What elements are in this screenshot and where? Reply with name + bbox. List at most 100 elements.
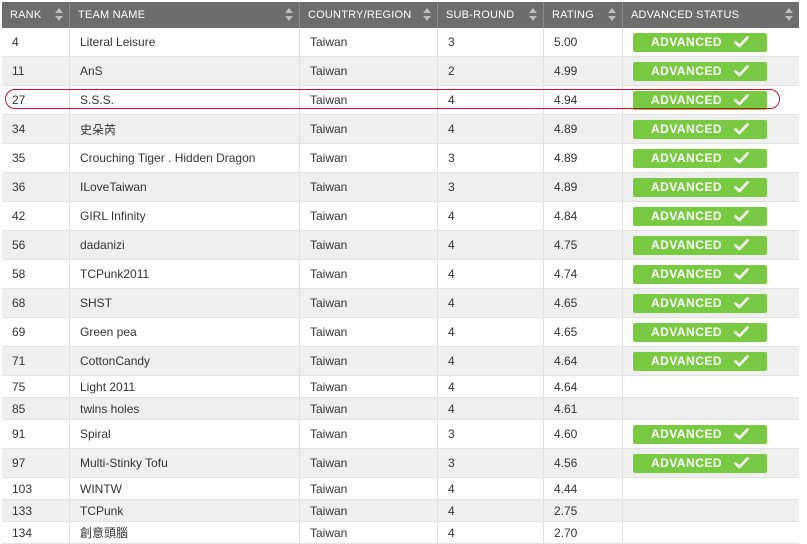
country-cell-text: Taiwan bbox=[310, 296, 348, 310]
table-header: RANK TEAM NAME COUNTRY/REGION SUB-ROUND … bbox=[2, 2, 799, 28]
sub-round-cell: 4 bbox=[438, 260, 544, 288]
team-name-cell: Literal Leisure bbox=[70, 28, 300, 56]
table-row[interactable]: 11 AnS Taiwan 2 4.99 ADVANCED bbox=[2, 57, 799, 86]
rank-cell: 91 bbox=[2, 420, 70, 448]
advanced-badge: ADVANCED bbox=[633, 177, 767, 197]
column-header-country[interactable]: COUNTRY/REGION bbox=[300, 2, 438, 28]
rank-cell: 35 bbox=[2, 144, 70, 172]
team-name-cell-text: 創意頭腦 bbox=[80, 526, 129, 540]
table-row[interactable]: 75 Light 2011 Taiwan 4 4.64 bbox=[2, 376, 799, 398]
sort-arrows-icon[interactable] bbox=[785, 7, 793, 23]
rank-cell: 133 bbox=[2, 500, 70, 521]
check-icon bbox=[734, 36, 749, 48]
table-row[interactable]: 42 GIRL Infinity Taiwan 4 4.84 ADVANCED bbox=[2, 202, 799, 231]
country-cell-text: Taiwan bbox=[310, 180, 348, 194]
sort-arrows-icon[interactable] bbox=[423, 7, 431, 23]
table-row[interactable]: 85 twins holes Taiwan 4 4.61 bbox=[2, 398, 799, 420]
country-cell-text: Taiwan bbox=[310, 481, 348, 496]
advanced-status-cell bbox=[623, 522, 799, 543]
table-row[interactable]: 97 Multi-Stinky Tofu Taiwan 3 4.56 ADVANCED bbox=[2, 449, 799, 478]
team-name-cell-text: dadanizi bbox=[80, 238, 125, 252]
country-cell-text: Taiwan bbox=[310, 151, 348, 165]
column-header-rank[interactable]: RANK bbox=[2, 2, 70, 28]
rank-cell: 42 bbox=[2, 202, 70, 230]
team-name-cell: Multi-Stinky Tofu bbox=[70, 449, 300, 477]
rank-cell: 34 bbox=[2, 115, 70, 143]
country-cell: Taiwan bbox=[300, 289, 438, 317]
team-name-cell-text: SHST bbox=[80, 296, 113, 310]
sub-round-cell-text: 4 bbox=[448, 401, 455, 416]
advanced-badge-label: ADVANCED bbox=[650, 151, 723, 165]
table-row[interactable]: 34 史朵芮 Taiwan 4 4.89 ADVANCED bbox=[2, 115, 799, 144]
advanced-badge: ADVANCED bbox=[633, 61, 767, 81]
team-name-cell-text: TCPunk bbox=[80, 503, 124, 518]
column-header-label: SUB-ROUND bbox=[446, 9, 515, 21]
advanced-status-cell bbox=[623, 500, 799, 521]
rank-cell: 71 bbox=[2, 347, 70, 375]
sort-arrows-icon[interactable] bbox=[55, 7, 63, 23]
table-row[interactable]: 91 Spiral Taiwan 3 4.60 ADVANCED bbox=[2, 420, 799, 449]
check-icon bbox=[734, 268, 749, 280]
rank-cell: 11 bbox=[2, 57, 70, 85]
sort-arrows-icon[interactable] bbox=[608, 7, 616, 23]
sort-arrows-icon[interactable] bbox=[285, 7, 293, 23]
table-row[interactable]: 134 創意頭腦 Taiwan 4 2.70 bbox=[2, 522, 799, 544]
rank-cell: 75 bbox=[2, 376, 70, 397]
advanced-badge: ADVANCED bbox=[633, 235, 767, 255]
advanced-badge-label: ADVANCED bbox=[650, 64, 723, 78]
table-row[interactable]: 36 ILoveTaiwan Taiwan 3 4.89 ADVANCED bbox=[2, 173, 799, 202]
country-cell-text: Taiwan bbox=[310, 354, 348, 368]
advanced-status-cell bbox=[623, 478, 799, 499]
country-cell-text: Taiwan bbox=[310, 401, 348, 416]
sub-round-cell-text: 4 bbox=[448, 238, 455, 252]
rank-cell-text: 27 bbox=[12, 93, 26, 107]
team-name-cell: Green pea bbox=[70, 318, 300, 346]
rating-cell: 4.99 bbox=[544, 57, 623, 85]
table-row[interactable]: 103 WINTW Taiwan 4 4.44 bbox=[2, 478, 799, 500]
team-name-cell: ILoveTaiwan bbox=[70, 173, 300, 201]
sub-round-cell: 4 bbox=[438, 231, 544, 259]
team-name-cell: twins holes bbox=[70, 398, 300, 419]
country-cell: Taiwan bbox=[300, 115, 438, 143]
table-row[interactable]: 56 dadanizi Taiwan 4 4.75 ADVANCED bbox=[2, 231, 799, 260]
rating-cell-text: 4.60 bbox=[554, 427, 578, 441]
advanced-badge-label: ADVANCED bbox=[650, 427, 723, 441]
advanced-status-cell bbox=[623, 376, 799, 397]
column-header-team-name[interactable]: TEAM NAME bbox=[70, 2, 300, 28]
advanced-status-cell: ADVANCED bbox=[623, 86, 799, 114]
advanced-status-cell: ADVANCED bbox=[623, 260, 799, 288]
rating-cell: 2.75 bbox=[544, 500, 623, 521]
table-row[interactable]: 69 Green pea Taiwan 4 4.65 ADVANCED bbox=[2, 318, 799, 347]
rating-cell: 4.64 bbox=[544, 347, 623, 375]
column-header-sub-round[interactable]: SUB-ROUND bbox=[438, 2, 544, 28]
country-cell: Taiwan bbox=[300, 500, 438, 521]
table-row[interactable]: 35 Crouching Tiger . Hidden Dragon Taiwan 3… bbox=[2, 144, 799, 173]
rating-cell: 4.74 bbox=[544, 260, 623, 288]
advanced-badge-label: ADVANCED bbox=[650, 325, 723, 339]
rating-cell: 4.75 bbox=[544, 231, 623, 259]
rating-cell: 4.44 bbox=[544, 478, 623, 499]
column-header-label: COUNTRY/REGION bbox=[308, 9, 412, 21]
sort-arrows-icon[interactable] bbox=[529, 7, 537, 23]
table-row[interactable]: 71 CottonCandy Taiwan 4 4.64 ADVANCED bbox=[2, 347, 799, 376]
rating-cell: 5.00 bbox=[544, 28, 623, 56]
table-row[interactable]: 58 TCPunk2011 Taiwan 4 4.74 ADVANCED bbox=[2, 260, 799, 289]
advanced-badge: ADVANCED bbox=[633, 322, 767, 342]
check-icon bbox=[734, 123, 749, 135]
column-header-advanced-status[interactable]: ADVANCED STATUS bbox=[623, 2, 799, 28]
rating-cell-text: 4.99 bbox=[554, 64, 578, 78]
table-row[interactable]: 68 SHST Taiwan 4 4.65 ADVANCED bbox=[2, 289, 799, 318]
rank-cell: 69 bbox=[2, 318, 70, 346]
rating-cell: 4.94 bbox=[544, 86, 623, 114]
team-name-cell-text: CottonCandy bbox=[80, 354, 151, 368]
table-row[interactable]: 133 TCPunk Taiwan 4 2.75 bbox=[2, 500, 799, 522]
advanced-badge-label: ADVANCED bbox=[650, 122, 723, 136]
rating-cell-text: 2.75 bbox=[554, 503, 578, 518]
sub-round-cell: 3 bbox=[438, 449, 544, 477]
table-row[interactable]: 27 S.S.S. Taiwan 4 4.94 ADVANCED bbox=[2, 86, 799, 115]
column-header-rating[interactable]: RATING bbox=[544, 2, 623, 28]
team-name-cell-text: Light 2011 bbox=[80, 379, 136, 394]
table-row[interactable]: 4 Literal Leisure Taiwan 3 5.00 ADVANCED bbox=[2, 28, 799, 57]
check-icon bbox=[734, 297, 749, 309]
team-name-cell-text: Literal Leisure bbox=[80, 35, 156, 49]
